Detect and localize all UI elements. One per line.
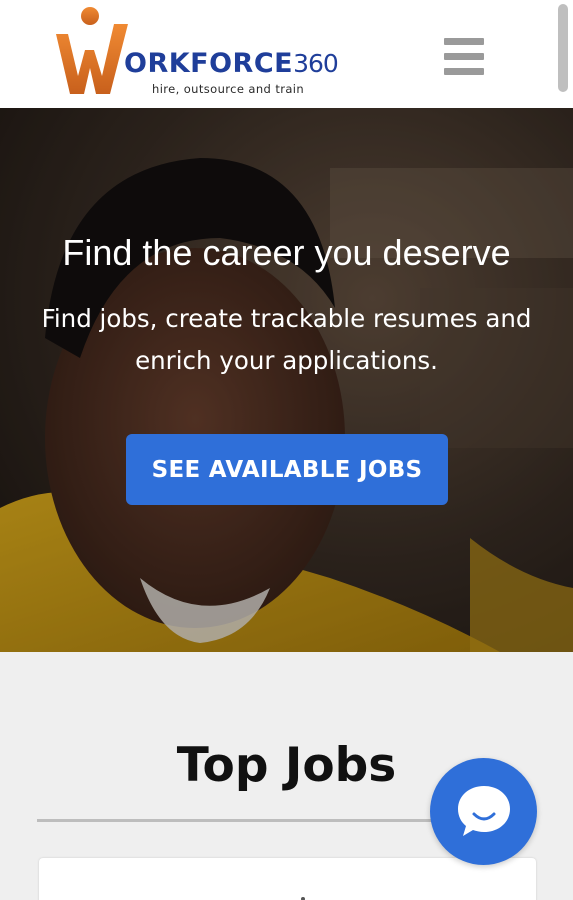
logo-brand-number: 360: [293, 49, 339, 78]
workforce360-logo[interactable]: ORKFORCE360 hire, outsource and train: [54, 4, 364, 100]
menu-bar: [444, 53, 484, 60]
logo-wordmark: ORKFORCE360: [124, 48, 339, 79]
menu-bar: [444, 38, 484, 45]
chat-bubble-icon: [458, 786, 510, 836]
scrollbar-thumb[interactable]: [558, 4, 568, 92]
logo-w-mark-icon: [56, 7, 128, 94]
chat-widget-button[interactable]: [430, 758, 537, 865]
menu-bar: [444, 68, 484, 75]
hero-subtitle: Find jobs, create trackable resumes and …: [41, 304, 532, 375]
job-card[interactable]: [39, 858, 536, 900]
logo-tagline: hire, outsource and train: [152, 82, 305, 96]
site-header: ORKFORCE360 hire, outsource and train: [0, 0, 573, 108]
logo-brand-text: ORKFORCE: [124, 48, 294, 79]
hero-banner: Find the career you deserve Find jobs, c…: [0, 108, 573, 652]
see-available-jobs-button[interactable]: SEE AVAILABLE JOBS: [126, 434, 448, 505]
hamburger-menu-icon[interactable]: [444, 38, 486, 76]
hero-title: Find the career you deserve: [62, 232, 511, 273]
